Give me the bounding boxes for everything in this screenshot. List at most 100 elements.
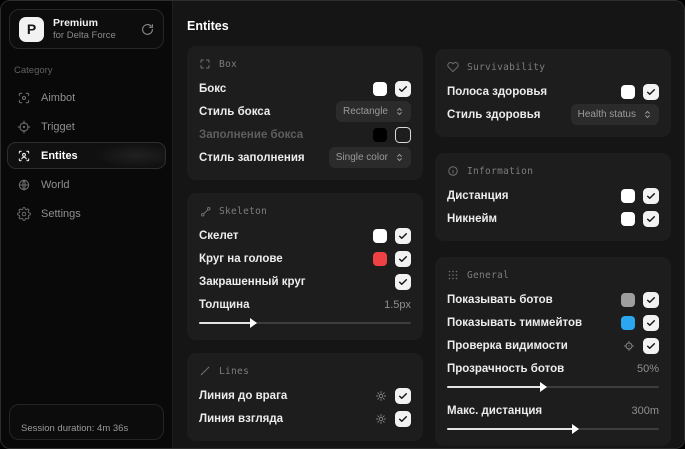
grid-dots-icon bbox=[447, 269, 459, 281]
session-duration-text: Session duration: 4m 36s bbox=[21, 423, 129, 434]
app-window: P Premium for Delta Force Category Aimbo… bbox=[0, 0, 685, 449]
health-style-dropdown[interactable]: Health status bbox=[570, 104, 659, 125]
setting-label: Показывать ботов bbox=[447, 293, 553, 306]
brand-text: Premium for Delta Force bbox=[53, 17, 116, 42]
setting-row: Закрашенный круг bbox=[199, 270, 411, 293]
setting-row: Линия взгляда bbox=[199, 407, 411, 430]
checkbox[interactable] bbox=[643, 314, 659, 331]
color-swatch[interactable] bbox=[373, 251, 387, 266]
person-scan-icon bbox=[17, 149, 31, 163]
panel-survivability: Survivability Полоса здоровья Стиль здор… bbox=[435, 49, 671, 137]
dropdown-value: Health status bbox=[577, 109, 636, 120]
panel-lines-header: Lines bbox=[199, 365, 411, 377]
sidebar-item-world[interactable]: World bbox=[7, 171, 166, 198]
slider-value: 50% bbox=[636, 362, 659, 375]
setting-row: Макс. дистанция 300m bbox=[447, 399, 659, 422]
setting-row: Прозрачность ботов 50% bbox=[447, 357, 659, 380]
slider-fill bbox=[199, 322, 252, 324]
max-distance-slider[interactable] bbox=[447, 423, 659, 435]
box-style-dropdown[interactable]: Rectangle bbox=[335, 101, 411, 122]
checkbox[interactable] bbox=[643, 210, 659, 227]
checkbox[interactable] bbox=[643, 83, 659, 100]
sidebar-item-entites[interactable]: Entites bbox=[7, 142, 166, 169]
sidebar-item-label: Aimbot bbox=[41, 91, 76, 104]
line-settings-gear-icon[interactable] bbox=[375, 390, 387, 402]
color-swatch[interactable] bbox=[621, 188, 635, 203]
setting-row: Круг на голове bbox=[199, 247, 411, 270]
setting-row: Заполнение бокса bbox=[199, 123, 411, 146]
sidebar-item-trigget[interactable]: Trigget bbox=[7, 113, 166, 140]
sidebar-nav: Aimbot Trigget Entites World Settings bbox=[1, 84, 172, 227]
crosshair-icon bbox=[17, 120, 31, 134]
checkbox[interactable] bbox=[395, 126, 411, 143]
setting-row: Стиль здоровья Health status bbox=[447, 103, 659, 126]
panel-title: Skeleton bbox=[219, 205, 268, 217]
color-swatch[interactable] bbox=[373, 228, 387, 243]
panel-title: Information bbox=[467, 165, 534, 177]
setting-label: Толщина bbox=[199, 298, 250, 311]
color-swatch[interactable] bbox=[621, 315, 635, 330]
brand-logo: P bbox=[19, 16, 44, 42]
checkbox[interactable] bbox=[395, 410, 411, 427]
sidebar-item-settings[interactable]: Settings bbox=[7, 200, 166, 227]
panel-title: General bbox=[467, 269, 510, 281]
line-settings-gear-icon[interactable] bbox=[375, 413, 387, 425]
color-swatch[interactable] bbox=[373, 81, 387, 96]
unfold-icon bbox=[395, 107, 404, 116]
setting-label: Линия до врага bbox=[199, 389, 288, 402]
setting-label: Стиль бокса bbox=[199, 105, 271, 118]
color-swatch[interactable] bbox=[373, 127, 387, 142]
setting-label: Стиль здоровья bbox=[447, 108, 541, 121]
panel-title: Box bbox=[219, 58, 238, 70]
unfold-icon bbox=[395, 153, 404, 162]
page-title: Entites bbox=[187, 19, 229, 33]
bot-opacity-slider[interactable] bbox=[447, 381, 659, 393]
dropdown-value: Rectangle bbox=[342, 106, 388, 117]
category-label: Category bbox=[14, 65, 53, 76]
setting-row: Линия до врага bbox=[199, 384, 411, 407]
slider-fill bbox=[447, 386, 543, 388]
column-right: Survivability Полоса здоровья Стиль здор… bbox=[435, 49, 671, 446]
fill-style-dropdown[interactable]: Single color bbox=[328, 147, 411, 168]
color-swatch[interactable] bbox=[621, 292, 635, 307]
slider-thumb[interactable] bbox=[250, 318, 257, 328]
setting-label: Скелет bbox=[199, 229, 239, 242]
checkbox[interactable] bbox=[395, 250, 411, 267]
sidebar-item-aimbot[interactable]: Aimbot bbox=[7, 84, 166, 111]
heart-icon bbox=[447, 61, 459, 73]
brand-title: Premium bbox=[53, 16, 98, 29]
bone-icon bbox=[199, 205, 211, 217]
setting-label: Показывать тиммейтов bbox=[447, 316, 583, 329]
globe-icon bbox=[17, 178, 31, 192]
color-swatch[interactable] bbox=[621, 211, 635, 226]
setting-row: Дистанция bbox=[447, 184, 659, 207]
checkbox[interactable] bbox=[395, 387, 411, 404]
session-duration: Session duration: 4m 36s bbox=[9, 404, 164, 440]
checkbox[interactable] bbox=[395, 80, 411, 97]
setting-label: Полоса здоровья bbox=[447, 85, 548, 98]
setting-row: Полоса здоровья bbox=[447, 80, 659, 103]
slider-thumb[interactable] bbox=[540, 382, 548, 392]
setting-row: Бокс bbox=[199, 77, 411, 100]
dropdown-value: Single color bbox=[335, 152, 388, 163]
checkbox[interactable] bbox=[643, 187, 659, 204]
checkbox[interactable] bbox=[643, 337, 659, 354]
setting-row: Скелет bbox=[199, 224, 411, 247]
setting-row: Показывать тиммейтов bbox=[447, 311, 659, 334]
visibility-check-icon[interactable] bbox=[623, 340, 635, 352]
slider-value: 1.5px bbox=[384, 298, 411, 311]
slider-fill bbox=[447, 428, 575, 430]
box-corners-icon bbox=[199, 58, 211, 70]
checkbox[interactable] bbox=[643, 291, 659, 308]
checkbox[interactable] bbox=[395, 227, 411, 244]
sync-icon[interactable] bbox=[141, 23, 154, 36]
panel-general: General Показывать ботов Показывать тимм… bbox=[435, 257, 671, 446]
viewfinder-icon bbox=[17, 91, 31, 105]
setting-row: Стиль заполнения Single color bbox=[199, 146, 411, 169]
color-swatch[interactable] bbox=[621, 84, 635, 99]
slider-thumb[interactable] bbox=[572, 424, 580, 434]
setting-row: Показывать ботов bbox=[447, 288, 659, 311]
checkbox[interactable] bbox=[395, 273, 411, 290]
setting-row: Толщина 1.5px bbox=[199, 293, 411, 316]
thickness-slider[interactable] bbox=[199, 317, 411, 329]
